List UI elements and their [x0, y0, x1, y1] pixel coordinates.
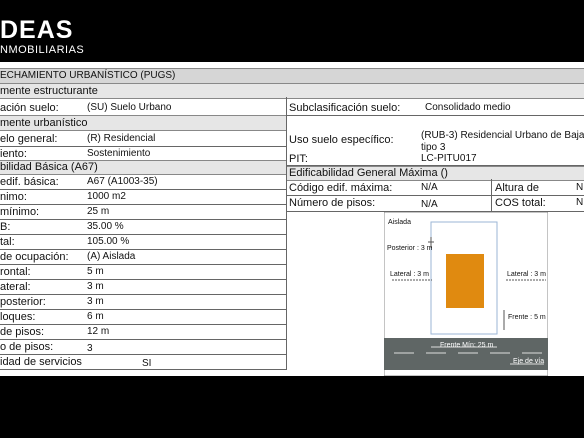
- pit-value: LC-PITU017: [421, 153, 477, 164]
- posterior-label: Posterior : 3 m: [387, 245, 433, 252]
- retiro-frontal-value: 5 m: [87, 266, 104, 277]
- lateral-left-label: Lateral : 3 m: [390, 271, 429, 278]
- pit-label: PIT:: [289, 153, 308, 165]
- entre-bloques-label: loques:: [0, 311, 36, 323]
- diagram-title: Aislada: [388, 219, 411, 226]
- retiro-posterior-value: 3 m: [87, 296, 104, 307]
- cos-total-max-label: COS total:: [495, 197, 546, 209]
- cos-total-max-value: N: [576, 197, 584, 208]
- codigo-edif-maxima-value: N/A: [421, 182, 438, 193]
- uso-general-value: (R) Residencial: [87, 133, 156, 144]
- retiro-frontal-label: rontal:: [0, 266, 31, 278]
- altura-pisos-value: 12 m: [87, 326, 110, 337]
- altura-value: N: [576, 182, 584, 193]
- lateral-right-label: Lateral : 3 m: [507, 271, 546, 278]
- setback-diagram: Aislada Posterior : 3 m Lateral : 3 m La…: [383, 211, 549, 376]
- uso-general-label: elo general:: [0, 133, 58, 145]
- eje-via-label: Eje de vía: [513, 358, 545, 365]
- retiro-lateral-label: ateral:: [0, 281, 31, 293]
- frente-label: Frente : 5 m: [508, 314, 546, 321]
- uso-especifico-label: Uso suelo específico:: [289, 134, 394, 146]
- lote-minimo-label: nimo:: [0, 191, 27, 203]
- forma-ocupacion-value: (A) Aislada: [87, 251, 136, 262]
- cos-pb-value: 35.00 %: [87, 221, 124, 232]
- numero-pisos-label: o de pisos:: [0, 341, 54, 353]
- tratamiento-value: Sostenimiento: [87, 148, 151, 159]
- logo-subtitle: NMOBILIARIAS: [0, 44, 85, 56]
- building-footprint: [446, 254, 484, 308]
- forma-ocupacion-label: de ocupación:: [0, 251, 69, 263]
- cos-total-value: 105.00 %: [87, 236, 130, 247]
- frente-minimo-label: Frente Mín: 25 m: [440, 342, 494, 349]
- numero-pisos-max-value: N/A: [421, 199, 438, 210]
- tratamiento-label: iento:: [0, 148, 27, 160]
- company-logo: DEAS NMOBILIARIAS: [0, 16, 85, 57]
- codigo-edif-basica-value: A67 (A1003-35): [87, 176, 158, 187]
- subclasificacion-value: Consolidado medio: [425, 102, 511, 113]
- section-urbanistico-title: mente urbanístico: [0, 117, 88, 129]
- cos-total-label: tal:: [0, 236, 15, 248]
- uso-especifico-value-1: (RUB-3) Residencial Urbano de Baja D: [421, 130, 584, 141]
- lote-minimo-value: 1000 m2: [87, 191, 126, 202]
- section-edif-general-title: Edificabilidad General Máxima (): [289, 167, 448, 179]
- altura-pisos-label: de pisos:: [0, 326, 45, 338]
- section-estructurante-title: mente estructurante: [0, 85, 98, 97]
- frente-minimo-label: mínimo:: [0, 206, 40, 218]
- retiro-lateral-value: 3 m: [87, 281, 104, 292]
- report-title: ECHAMIENTO URBANÍSTICO (PUGS): [0, 70, 176, 81]
- codigo-edif-basica-label: edif. básica:: [0, 176, 59, 188]
- zoning-report-sheet: ECHAMIENTO URBANÍSTICO (PUGS) mente estr…: [0, 62, 584, 376]
- section-edif-basica-title: bilidad Básica (A67): [0, 161, 98, 173]
- retiro-posterior-label: posterior:: [0, 296, 46, 308]
- cos-pb-label: B:: [0, 221, 11, 233]
- numero-pisos-max-label: Número de pisos:: [289, 197, 376, 209]
- frente-minimo-value: 25 m: [87, 206, 110, 217]
- entre-bloques-value: 6 m: [87, 311, 104, 322]
- logo-wordmark: DEAS: [0, 16, 74, 44]
- codigo-edif-maxima-label: Código edif. máxima:: [289, 182, 393, 194]
- factibilidad-servicios-label: idad de servicios: [0, 356, 82, 368]
- subclasificacion-label: Subclasificación suelo:: [289, 102, 401, 114]
- altura-label: Altura de: [495, 182, 540, 194]
- clasificacion-value: (SU) Suelo Urbano: [87, 102, 172, 113]
- clasificacion-label: ación suelo:: [0, 102, 59, 114]
